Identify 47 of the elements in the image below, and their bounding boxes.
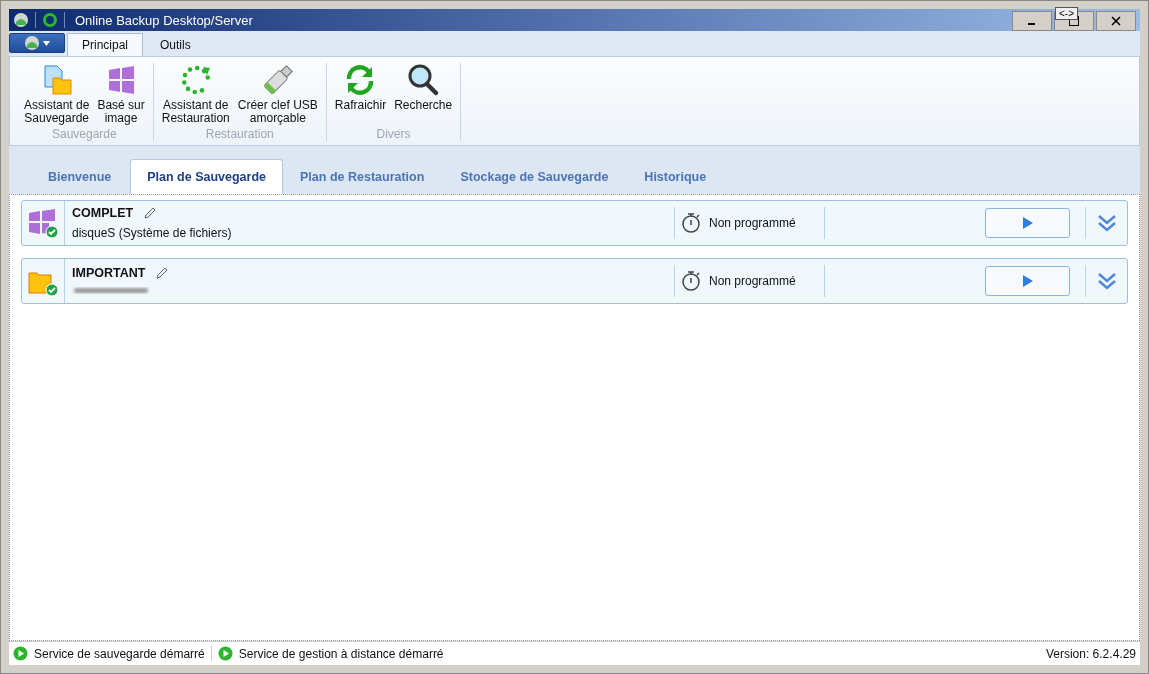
play-status-icon [217, 646, 233, 661]
play-status-icon [13, 646, 28, 661]
tab[interactable]: Bienvenue [31, 159, 129, 194]
group-label: Sauvegarde [52, 127, 117, 141]
tab[interactable]: Stockage de Sauvegarde [443, 159, 626, 194]
tab[interactable]: Plan de Sauvegarde [130, 159, 284, 194]
ribbon-button[interactable]: Assistant de Restauration [157, 63, 234, 127]
ribbon-tab[interactable]: Outils [145, 33, 206, 56]
sync-icon [42, 12, 58, 28]
group-label: Restauration [205, 127, 274, 141]
app-logo-icon [13, 12, 29, 28]
plan-source: disqueS (Système de fichiers) [72, 226, 233, 240]
status-text: Service de sauvegarde démarré [34, 646, 205, 661]
version-text: Version: 6.2.4.29 [1045, 646, 1136, 661]
run-button[interactable] [985, 208, 1070, 238]
plan-name: IMPORTANT [72, 266, 146, 280]
pencil-icon[interactable] [155, 266, 170, 280]
double-chevron-down-icon [1096, 214, 1117, 232]
window-title: Online Backup Desktop/Server [75, 12, 253, 28]
close-button[interactable] [1096, 11, 1136, 31]
windows-check-icon [27, 207, 59, 239]
close-icon [1111, 16, 1121, 26]
run-button[interactable] [985, 266, 1070, 296]
stopwatch-icon [681, 212, 701, 234]
tab[interactable]: Plan de Restauration [283, 159, 442, 194]
app-menu-button[interactable] [9, 33, 65, 53]
group-label: Divers [376, 127, 411, 141]
ribbon-button[interactable]: Basé sur image [93, 63, 149, 127]
ribbon-button[interactable]: Rafraichir [330, 63, 391, 127]
schedule-text: Non programmé [709, 274, 796, 288]
ribbon-button[interactable]: Assistant de Sauvegarde [20, 63, 94, 127]
search-icon [406, 63, 441, 97]
status-text: Service de gestion à distance démarré [238, 646, 444, 661]
caret-icon [43, 40, 50, 46]
ribbon-tab[interactable]: Principal [67, 33, 144, 56]
pencil-icon[interactable] [143, 206, 158, 220]
stopwatch-icon [681, 270, 701, 292]
play-icon [1022, 275, 1033, 287]
ribbon-button[interactable]: Recherche [390, 63, 457, 127]
ribbon-button[interactable]: Créer clef USB amorçable [233, 63, 322, 127]
schedule-text: Non programmé [709, 216, 796, 230]
double-chevron-down-icon [1096, 272, 1117, 290]
plan-name: COMPLET [72, 206, 134, 220]
app-logo-icon [24, 35, 40, 51]
tab[interactable]: Historique [627, 159, 724, 194]
play-icon [1022, 217, 1033, 229]
tooltip: <-> [1055, 7, 1078, 20]
